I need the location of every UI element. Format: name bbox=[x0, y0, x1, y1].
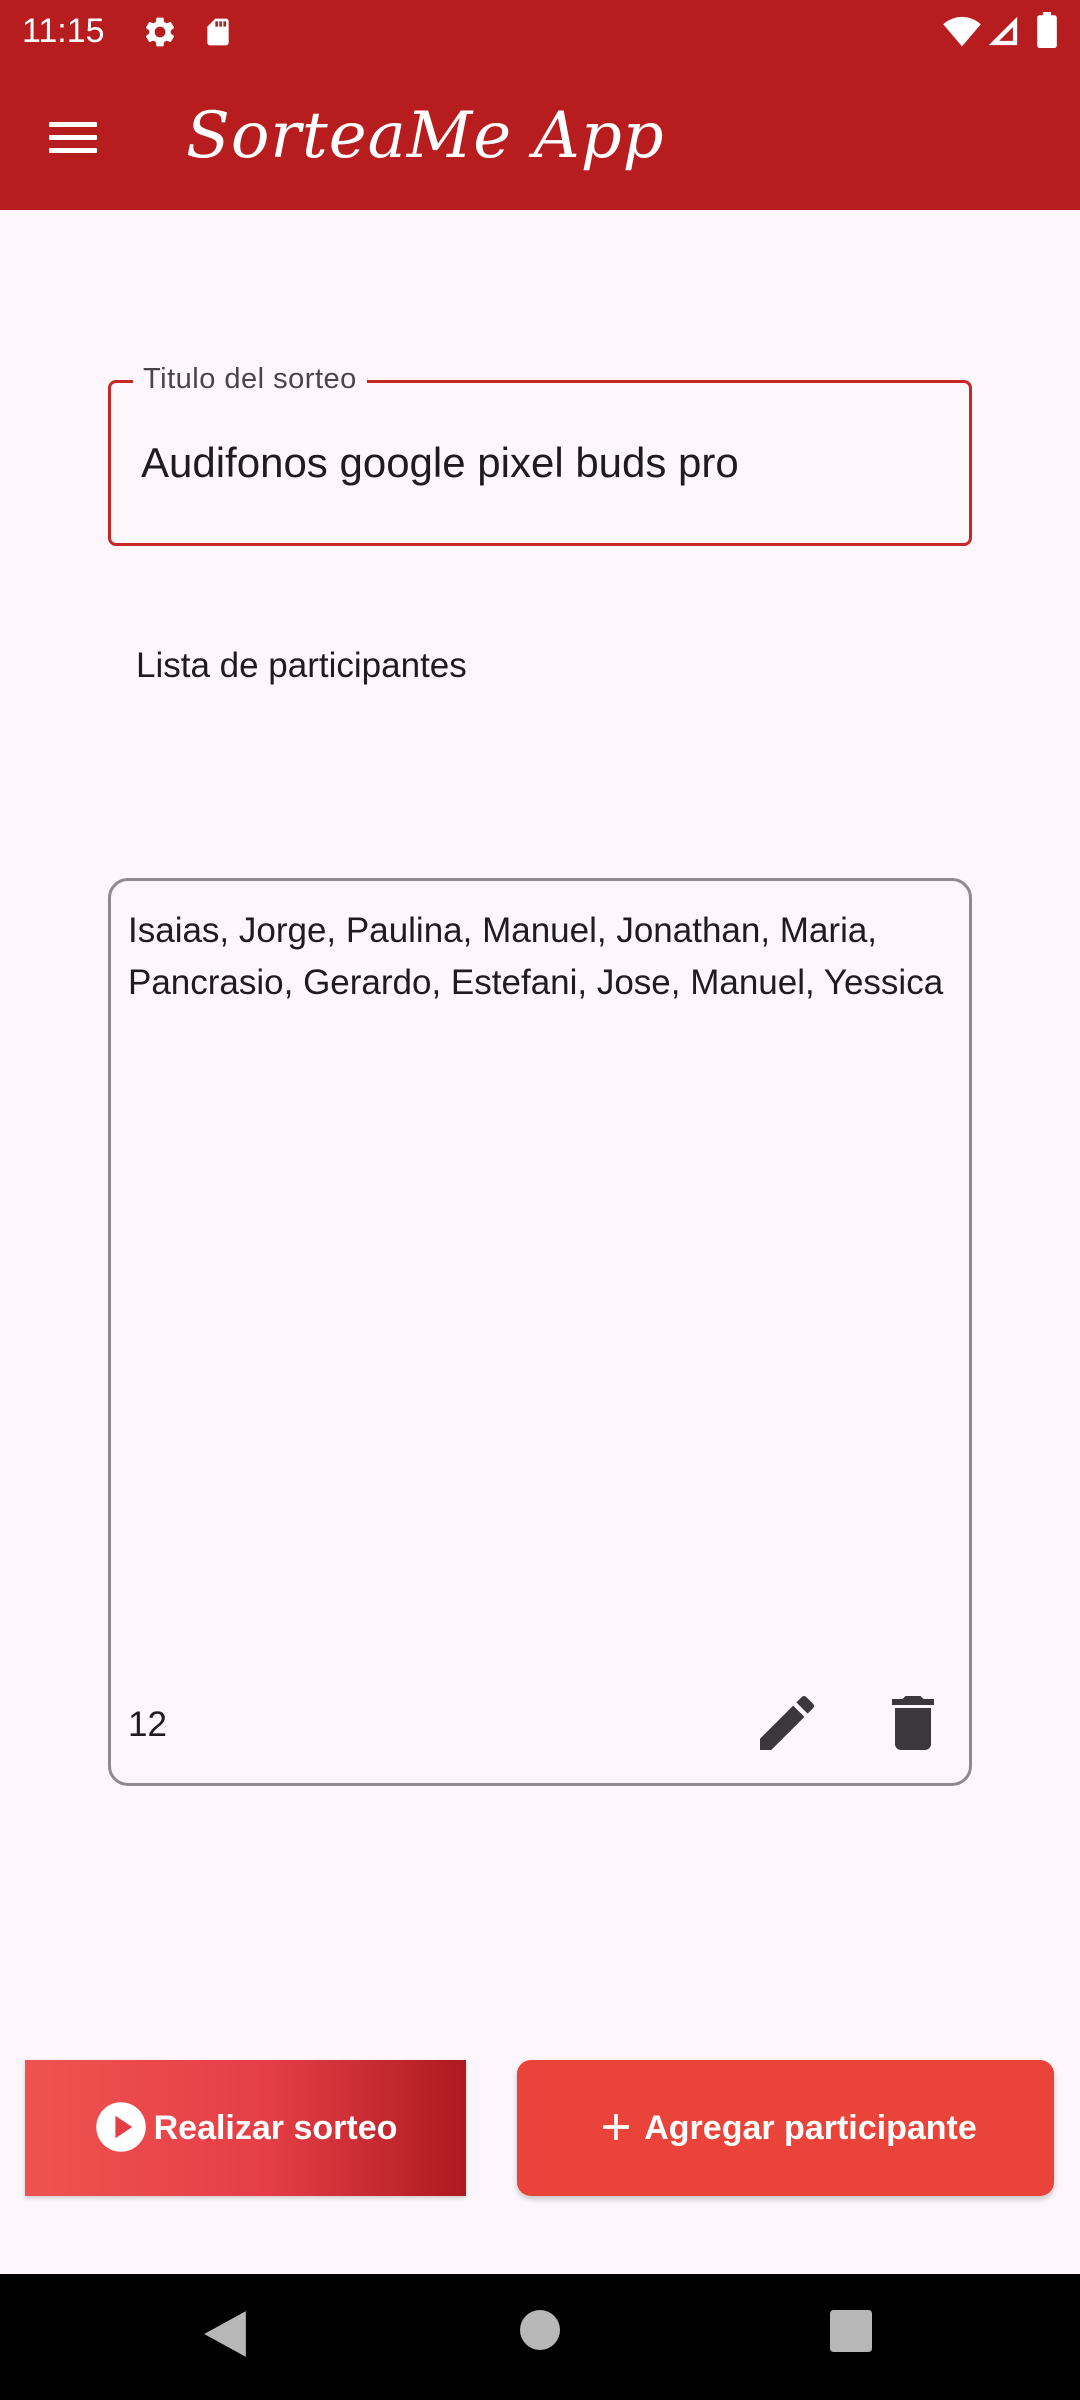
sd-card-icon bbox=[202, 14, 234, 55]
trash-icon[interactable] bbox=[877, 1687, 949, 1759]
home-icon[interactable] bbox=[520, 2310, 560, 2355]
play-circle-icon bbox=[94, 2100, 148, 2157]
edit-icon[interactable] bbox=[751, 1687, 823, 1759]
menu-icon[interactable] bbox=[32, 102, 114, 174]
add-participant-button-label: Agregar participante bbox=[644, 2109, 977, 2147]
draw-button-label: Realizar sorteo bbox=[153, 2109, 398, 2147]
participants-list-text: Isaias, Jorge, Paulina, Manuel, Jonathan… bbox=[128, 911, 944, 1002]
battery-icon bbox=[1036, 12, 1058, 53]
participants-count: 12 bbox=[128, 1705, 167, 1744]
app-bar: SorteaMe App bbox=[0, 62, 1080, 210]
status-time: 11:15 bbox=[22, 12, 105, 50]
status-bar: 11:15 bbox=[0, 0, 1080, 62]
participants-section-label: Lista de participantes bbox=[136, 646, 467, 685]
recents-icon[interactable] bbox=[830, 2310, 872, 2357]
plus-icon bbox=[594, 2105, 638, 2152]
navigation-bar bbox=[0, 2274, 1080, 2400]
app-title: SorteaMe App bbox=[186, 99, 665, 173]
gear-icon bbox=[142, 14, 178, 55]
title-field-label: Titulo del sorteo bbox=[133, 359, 367, 399]
title-field-value[interactable]: Audifonos google pixel buds pro bbox=[141, 435, 739, 491]
back-icon[interactable] bbox=[200, 2306, 250, 2367]
draw-button[interactable]: Realizar sorteo bbox=[25, 2060, 466, 2196]
title-field[interactable]: Titulo del sorteo Audifonos google pixel… bbox=[108, 359, 972, 546]
participants-card: Isaias, Jorge, Paulina, Manuel, Jonathan… bbox=[108, 878, 972, 1786]
add-participant-button[interactable]: Agregar participante bbox=[517, 2060, 1054, 2196]
wifi-icon bbox=[942, 12, 982, 53]
signal-icon bbox=[986, 14, 1020, 53]
